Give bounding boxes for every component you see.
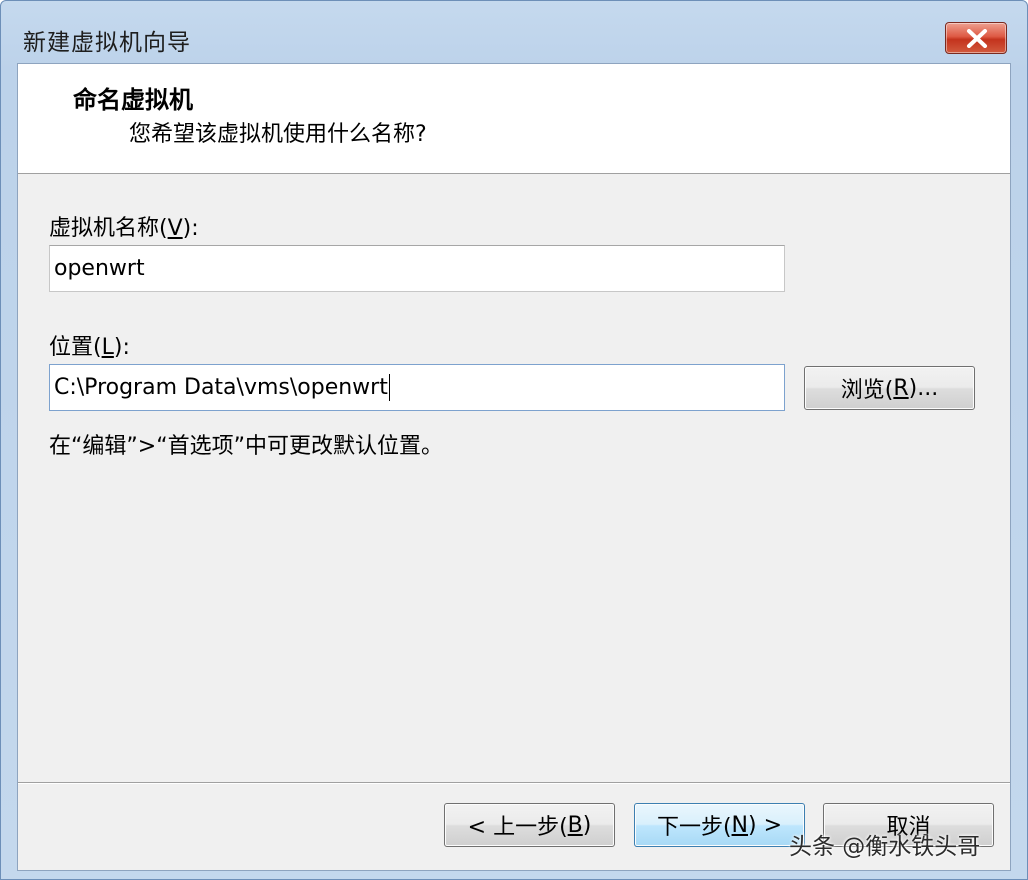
next-accesskey: N [731, 812, 749, 838]
location-input[interactable]: C:\Program Data\vms\openwrt [49, 364, 785, 411]
close-button[interactable] [945, 22, 1007, 54]
vm-name-value: openwrt [54, 256, 145, 281]
title-bar[interactable]: 新建虚拟机向导 [1, 1, 1027, 63]
back-button[interactable]: < 上一步(B) [444, 803, 615, 847]
watermark-text: 头条 @衡水铁头哥 [789, 834, 981, 860]
vm-name-input[interactable]: openwrt [49, 245, 785, 292]
location-value: C:\Program Data\vms\openwrt [54, 375, 388, 400]
location-hint: 在“编辑”>“首选项”中可更改默认位置。 [49, 434, 444, 459]
back-accesskey: B [567, 812, 583, 838]
browse-accesskey: R [893, 375, 909, 401]
page-title: 命名虚拟机 [73, 86, 193, 114]
wizard-header: 命名虚拟机 您希望该虚拟机使用什么名称? [18, 64, 1010, 174]
vm-name-label: 虚拟机名称(V): [49, 216, 199, 241]
footer-separator [18, 782, 1010, 784]
text-caret [388, 374, 390, 401]
page-subtitle: 您希望该虚拟机使用什么名称? [129, 122, 427, 147]
dialog-body: 命名虚拟机 您希望该虚拟机使用什么名称? 虚拟机名称(V): openwrt 位… [17, 63, 1011, 871]
window-title: 新建虚拟机向导 [23, 30, 191, 56]
browse-button[interactable]: 浏览(R)... [804, 366, 975, 410]
location-accesskey: L [101, 335, 114, 360]
close-icon [967, 29, 987, 48]
wizard-window: 新建虚拟机向导 命名虚拟机 您希望该虚拟机使用什么名称? 虚拟机名称(V): o… [0, 0, 1028, 880]
next-button[interactable]: 下一步(N) > [634, 803, 805, 847]
vm-name-accesskey: V [167, 216, 183, 241]
location-label: 位置(L): [49, 335, 130, 360]
